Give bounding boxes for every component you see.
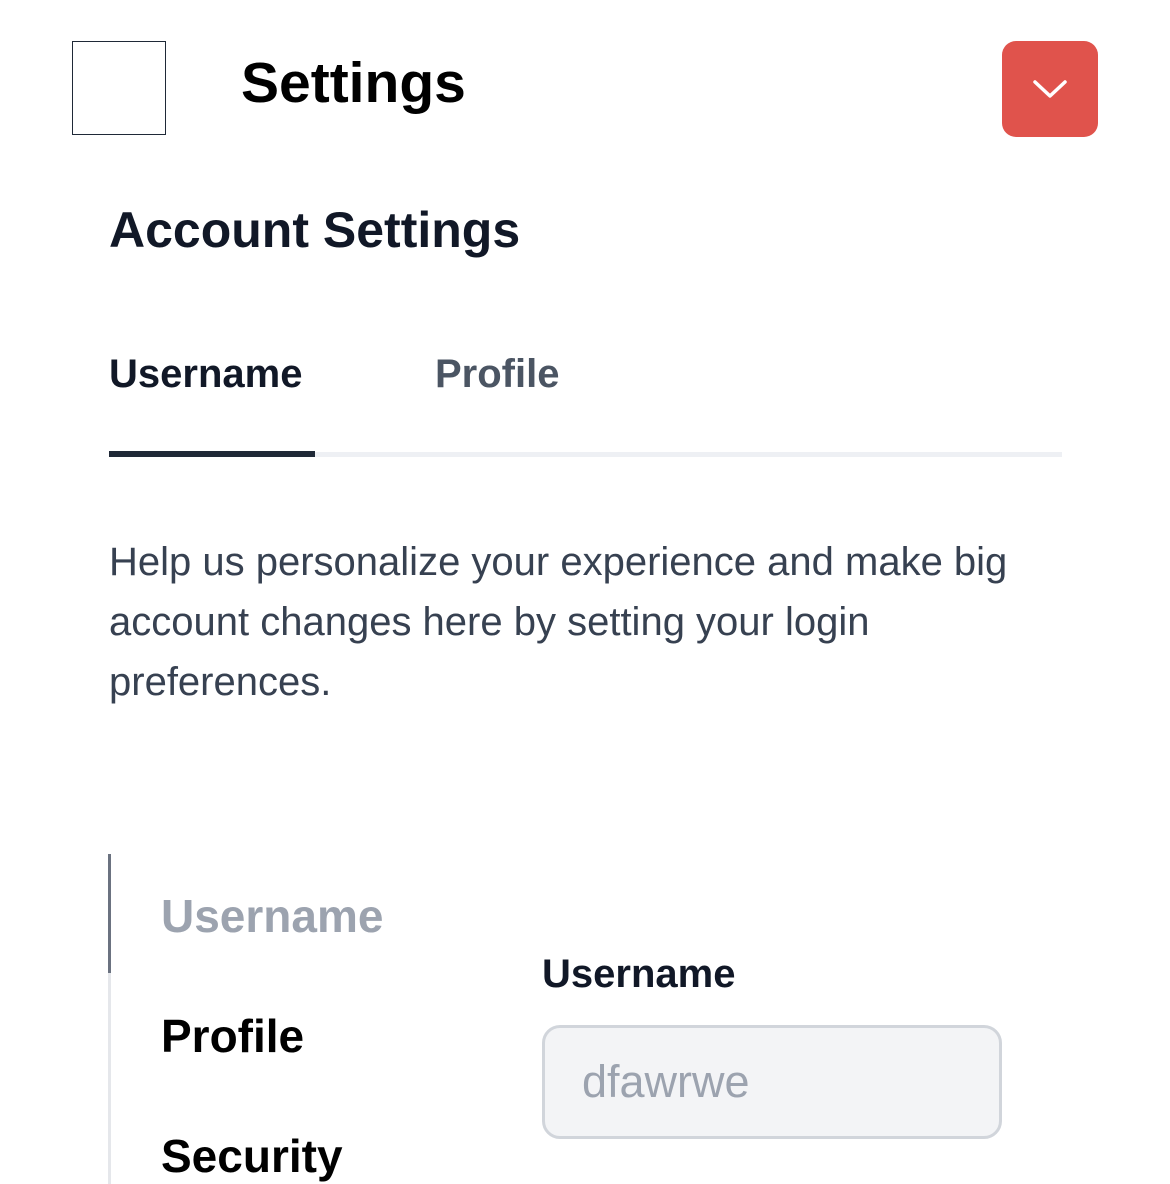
tab-profile[interactable]: Profile xyxy=(435,350,559,398)
side-nav-active-indicator xyxy=(108,854,111,973)
tab-bar: Username Profile xyxy=(109,338,1062,458)
chevron-down-icon xyxy=(1033,80,1067,98)
username-input[interactable] xyxy=(542,1025,1002,1139)
section-title: Account Settings xyxy=(109,202,521,258)
tab-username[interactable]: Username xyxy=(109,350,302,398)
dropdown-button[interactable] xyxy=(1002,41,1098,137)
side-nav: Username Profile Security xyxy=(108,854,441,1184)
menu-box[interactable] xyxy=(72,41,166,135)
section-description: Help us personalize your experience and … xyxy=(109,540,1008,704)
page-title: Settings xyxy=(241,51,466,115)
active-tab-indicator xyxy=(109,451,315,457)
username-field-label: Username xyxy=(542,952,736,996)
side-nav-item-profile[interactable]: Profile xyxy=(161,1008,304,1064)
side-nav-item-username[interactable]: Username xyxy=(161,888,383,944)
side-nav-item-security[interactable]: Security xyxy=(161,1128,343,1184)
